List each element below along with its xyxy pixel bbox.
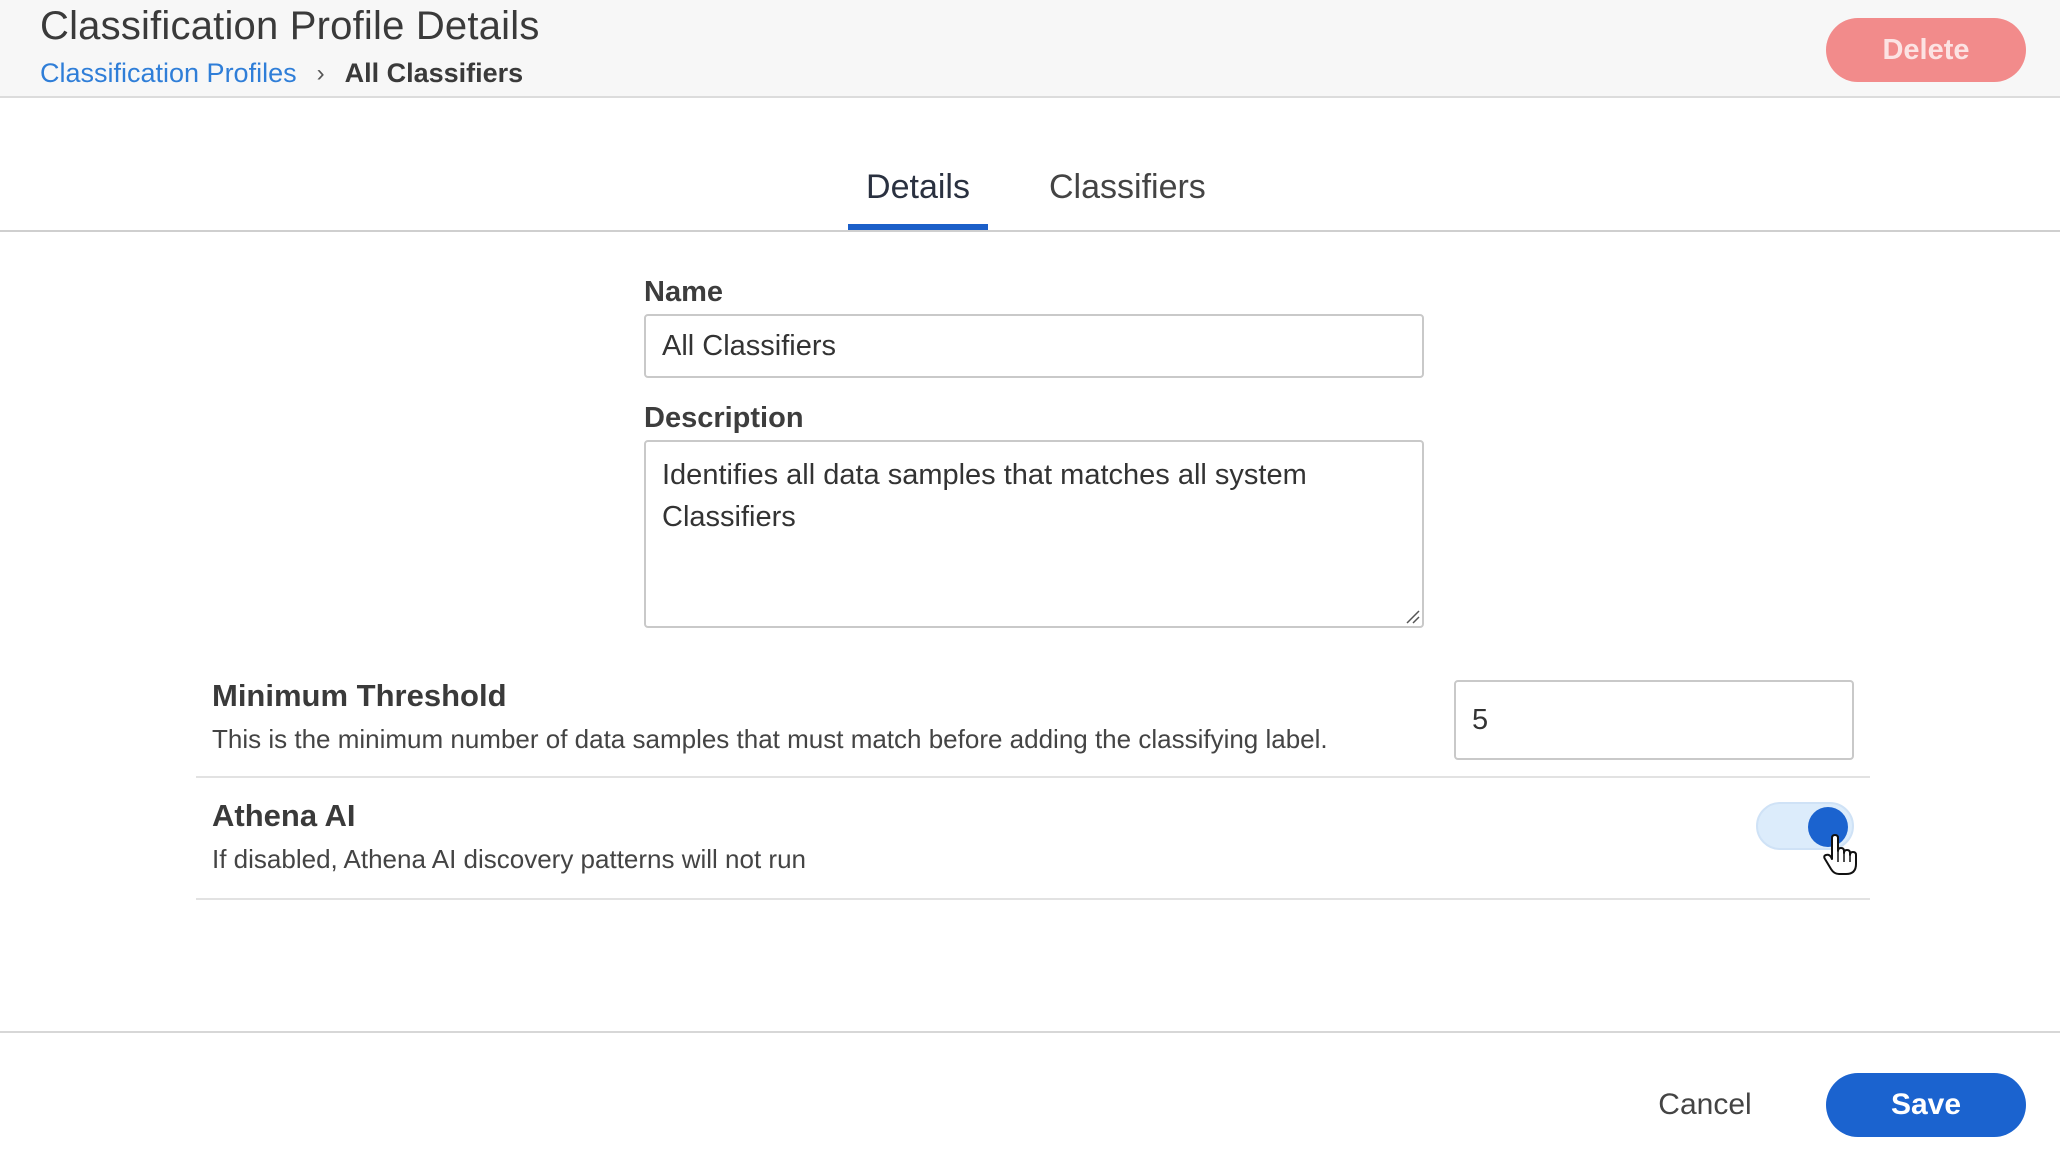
tab-bar: Details Classifiers (0, 98, 2060, 232)
chevron-right-icon: › (316, 59, 325, 87)
athena-ai-description: If disabled, Athena AI discovery pattern… (212, 844, 807, 874)
minimum-threshold-input[interactable] (1454, 680, 1854, 760)
description-textarea[interactable]: Identifies all data samples that matches… (644, 440, 1424, 628)
save-button[interactable]: Save (1826, 1073, 2026, 1137)
active-tab-indicator (848, 224, 988, 230)
name-label: Name (644, 276, 723, 308)
name-input[interactable] (644, 314, 1424, 378)
athena-ai-title: Athena AI (212, 798, 356, 833)
breadcrumb-link-classification-profiles[interactable]: Classification Profiles (40, 58, 297, 89)
form-footer: Cancel Save (0, 1031, 2060, 1166)
tab-classifiers[interactable]: Classifiers (1049, 168, 1206, 207)
breadcrumb: Classification Profiles › All Classifier… (40, 58, 523, 89)
resize-grip-icon[interactable] (1404, 608, 1420, 624)
page-title: Classification Profile Details (40, 4, 540, 48)
tab-details[interactable]: Details (848, 168, 988, 207)
delete-button[interactable]: Delete (1826, 18, 2026, 82)
description-label: Description (644, 402, 804, 434)
hand-pointer-icon (1823, 834, 1857, 875)
page: Classification Profile Details Classific… (0, 0, 2060, 1166)
cancel-button[interactable]: Cancel (1640, 1073, 1770, 1137)
minimum-threshold-description: This is the minimum number of data sampl… (212, 724, 1328, 754)
breadcrumb-current: All Classifiers (344, 58, 524, 88)
athena-ai-row: Athena AI If disabled, Athena AI discove… (196, 778, 1870, 900)
minimum-threshold-title: Minimum Threshold (212, 678, 507, 713)
page-header: Classification Profile Details Classific… (0, 0, 2060, 98)
